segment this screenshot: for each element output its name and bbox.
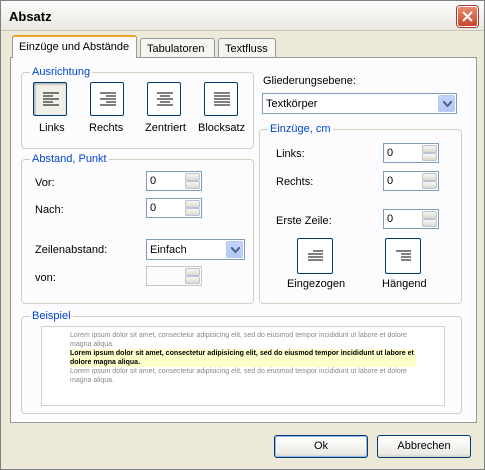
spin-up-button[interactable] xyxy=(422,211,437,219)
indent-right-value: 0 xyxy=(387,175,394,187)
alignment-group-label: Ausrichtung xyxy=(30,66,93,78)
align-justify-label: Blocksatz xyxy=(198,122,246,134)
tab-indents-spacing[interactable]: Einzüge und Abstände xyxy=(12,35,137,58)
spin-down-button[interactable] xyxy=(185,276,200,284)
spin-up-button[interactable] xyxy=(185,268,200,276)
indent-left-value: 0 xyxy=(387,147,394,159)
preview-text-before: Lorem ipsum dolor sit amet, consectetur … xyxy=(70,332,407,348)
space-after-label: Nach: xyxy=(35,204,64,216)
outline-level-label: Gliederungsebene: xyxy=(263,75,356,87)
hanging-indent-icon xyxy=(396,250,411,261)
chevron-down-icon xyxy=(231,247,240,253)
space-before-spinner[interactable]: 0 xyxy=(146,171,202,191)
example-group-label: Beispiel xyxy=(30,310,73,322)
spin-up-button[interactable] xyxy=(185,173,200,181)
spacing-group-label: Abstand, Punkt xyxy=(30,153,109,165)
align-left-button[interactable] xyxy=(33,82,67,116)
spin-down-button[interactable] xyxy=(185,208,200,216)
separator xyxy=(29,227,246,228)
tab-label: Tabulatoren xyxy=(147,43,205,55)
tab-label: Textfluss xyxy=(225,43,268,55)
line-spacing-of-spinner[interactable] xyxy=(146,266,202,286)
separator xyxy=(269,200,451,201)
preview-text-current: Lorem ipsum dolor sit amet, consectetur … xyxy=(70,349,416,367)
ok-label: Ok xyxy=(313,440,329,452)
indent-right-label: Rechts: xyxy=(276,176,314,188)
first-line-value: 0 xyxy=(387,213,394,225)
tab-textflow[interactable]: Textfluss xyxy=(218,38,276,58)
tab-label: Einzüge und Abstände xyxy=(19,41,130,53)
outline-level-value: Textkörper xyxy=(266,98,318,110)
space-after-value: 0 xyxy=(150,202,157,214)
align-center-label: Zentriert xyxy=(145,122,186,134)
close-button[interactable] xyxy=(457,6,478,27)
window-title: Absatz xyxy=(9,9,52,24)
hanging-indent-button[interactable] xyxy=(385,238,421,274)
spin-up-button[interactable] xyxy=(422,173,437,181)
align-right-icon xyxy=(100,92,116,106)
paragraph-dialog: Absatz Einzüge und Abstände Tabulatoren … xyxy=(0,0,485,470)
line-spacing-select[interactable]: Einfach xyxy=(146,239,245,260)
spin-down-button[interactable] xyxy=(185,181,200,189)
space-after-spinner[interactable]: 0 xyxy=(146,198,202,218)
indent-group-label: Einzüge, cm xyxy=(268,123,333,135)
align-center-button[interactable] xyxy=(147,82,181,116)
spacing-group xyxy=(21,159,254,304)
align-right-label: Rechts xyxy=(89,122,124,134)
line-spacing-value: Einfach xyxy=(150,244,187,256)
align-right-button[interactable] xyxy=(90,82,124,116)
indent-first-line-icon xyxy=(308,250,323,261)
hanging-indent-label: Hängend xyxy=(382,278,427,290)
title-bar: Absatz xyxy=(1,1,484,31)
dropdown-button[interactable] xyxy=(226,241,243,258)
preview-text-after: Lorem ipsum dolor sit amet, consectetur … xyxy=(70,368,407,384)
close-icon xyxy=(462,11,473,22)
indent-left-label: Links: xyxy=(276,148,305,160)
align-justify-button[interactable] xyxy=(204,82,238,116)
space-before-label: Vor: xyxy=(35,177,55,189)
align-center-icon xyxy=(157,92,173,106)
align-justify-icon xyxy=(214,92,230,106)
spin-up-button[interactable] xyxy=(422,145,437,153)
first-line-label: Erste Zeile: xyxy=(276,215,332,227)
line-spacing-of-label: von: xyxy=(35,272,56,284)
indent-right-spinner[interactable]: 0 xyxy=(383,171,439,191)
first-line-indented-button[interactable] xyxy=(297,238,333,274)
example-preview: Lorem ipsum dolor sit amet, consectetur … xyxy=(41,326,445,406)
align-left-icon xyxy=(43,92,59,106)
align-left-label: Links xyxy=(39,122,65,134)
tab-tabulators[interactable]: Tabulatoren xyxy=(140,38,215,58)
line-spacing-label: Zeilenabstand: xyxy=(35,244,108,256)
outline-level-select[interactable]: Textkörper xyxy=(262,93,457,114)
ok-button[interactable]: Ok xyxy=(274,435,368,458)
spin-up-button[interactable] xyxy=(185,200,200,208)
first-line-spinner[interactable]: 0 xyxy=(383,209,439,229)
first-line-indented-label: Eingezogen xyxy=(287,278,346,290)
indent-left-spinner[interactable]: 0 xyxy=(383,143,439,163)
spin-down-button[interactable] xyxy=(422,219,437,227)
dropdown-button[interactable] xyxy=(438,95,455,112)
space-before-value: 0 xyxy=(150,175,157,187)
cancel-button[interactable]: Abbrechen xyxy=(377,435,471,458)
chevron-down-icon xyxy=(443,101,452,107)
cancel-label: Abbrechen xyxy=(397,440,451,452)
spin-down-button[interactable] xyxy=(422,153,437,161)
spin-down-button[interactable] xyxy=(422,181,437,189)
